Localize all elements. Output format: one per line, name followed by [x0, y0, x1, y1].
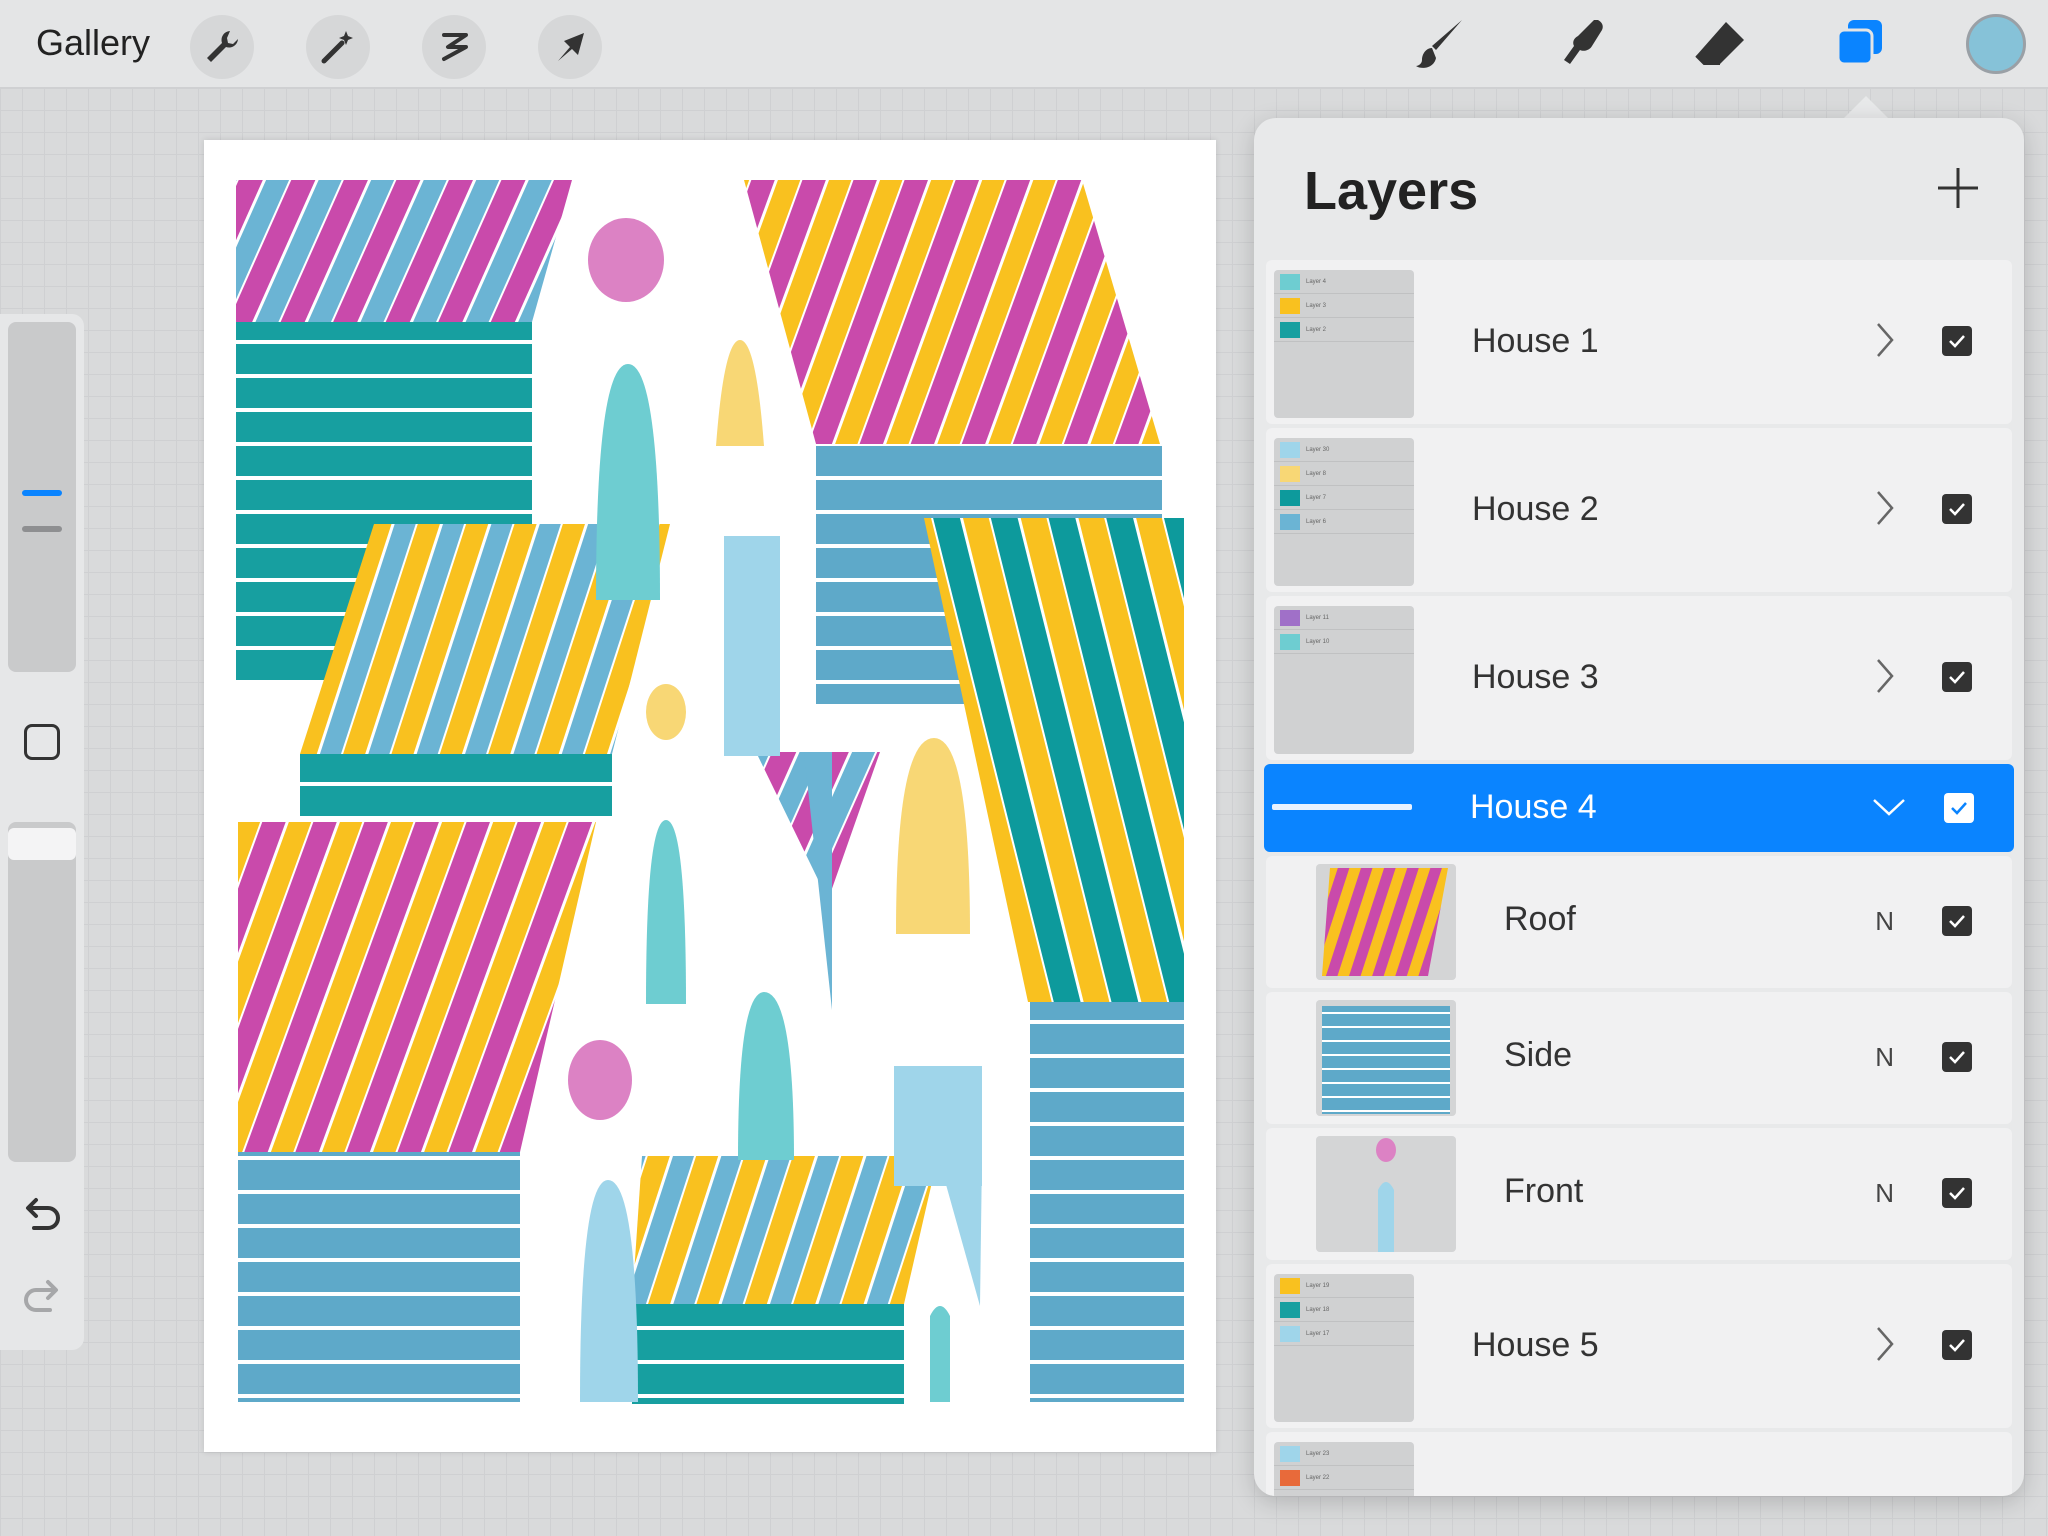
visibility-checkbox[interactable]: [1944, 793, 1974, 823]
plus-icon[interactable]: [1928, 158, 1988, 218]
top-toolbar: Gallery: [0, 0, 2048, 88]
layer-thumbnail: Layer 30 Layer 8 Layer 7 Layer 6: [1274, 438, 1414, 586]
panel-title: Layers: [1304, 161, 1479, 221]
layer-name: Roof: [1504, 900, 1576, 938]
undo-icon[interactable]: [20, 1194, 64, 1243]
group-line: [1272, 804, 1412, 810]
layer-thumbnail: [1316, 864, 1456, 980]
smudge-icon[interactable]: [1548, 12, 1612, 76]
artwork: [236, 180, 1184, 1404]
left-sidebar: [0, 314, 84, 1350]
gallery-button[interactable]: Gallery: [36, 22, 150, 64]
layers-icon[interactable]: [1828, 12, 1892, 76]
redo-icon[interactable]: [20, 1276, 64, 1325]
visibility-checkbox[interactable]: [1942, 1330, 1972, 1360]
layer-name: House 3: [1472, 658, 1599, 696]
modify-button[interactable]: [24, 724, 60, 760]
layer-roof[interactable]: Roof N: [1266, 856, 2012, 988]
blend-mode[interactable]: N: [1875, 1178, 1894, 1209]
selection-icon[interactable]: [422, 15, 486, 79]
layer-thumbnail: [1316, 1000, 1456, 1116]
chevron-right-icon[interactable]: [1870, 656, 1900, 696]
chevron-right-icon[interactable]: [1870, 1324, 1900, 1364]
layer-name: Side: [1504, 1036, 1573, 1074]
brush-size-slider[interactable]: [8, 322, 76, 672]
panel-arrow: [1842, 96, 1890, 120]
layer-group-house-2[interactable]: Layer 30 Layer 8 Layer 7 Layer 6 House 2: [1266, 428, 2012, 592]
brush-icon[interactable]: [1408, 12, 1472, 76]
visibility-checkbox[interactable]: [1942, 1042, 1972, 1072]
layer-thumbnail: Layer 19 Layer 18 Layer 17: [1274, 1274, 1414, 1422]
layer-thumbnail: [1316, 1136, 1456, 1252]
brush-size-marker: [22, 526, 62, 532]
magic-wand-icon[interactable]: [306, 15, 370, 79]
visibility-checkbox[interactable]: [1942, 906, 1972, 936]
layer-thumbnail: Layer 11 Layer 10: [1274, 606, 1414, 754]
chevron-right-icon[interactable]: [1870, 488, 1900, 528]
chevron-right-icon[interactable]: [1870, 320, 1900, 360]
layer-thumbnail: Layer 4 Layer 3 Layer 2: [1274, 270, 1414, 418]
transform-arrow-icon[interactable]: [538, 15, 602, 79]
layer-name: Front: [1504, 1172, 1584, 1210]
layers-panel: Layers Layer 4 Layer 3 Layer 2 House 1 L…: [1254, 118, 2024, 1496]
layer-name: House 1: [1472, 322, 1599, 360]
visibility-checkbox[interactable]: [1942, 494, 1972, 524]
brush-size-indicator: [22, 490, 62, 496]
eraser-icon[interactable]: [1688, 12, 1752, 76]
drawing-canvas[interactable]: [204, 140, 1216, 1452]
wrench-icon[interactable]: [190, 15, 254, 79]
layer-front[interactable]: Front N: [1266, 1128, 2012, 1260]
layer-group-house-4[interactable]: House 4: [1264, 764, 2014, 852]
blend-mode[interactable]: N: [1875, 906, 1894, 937]
opacity-slider[interactable]: [8, 822, 76, 1162]
blend-mode[interactable]: N: [1875, 1042, 1894, 1073]
chevron-down-icon[interactable]: [1872, 788, 1905, 828]
color-swatch[interactable]: [1966, 14, 2026, 74]
layer-name: House 5: [1472, 1326, 1599, 1364]
layer-name: House 2: [1472, 490, 1599, 528]
layer-group-partial[interactable]: Layer 23 Layer 22: [1266, 1432, 2012, 1496]
visibility-checkbox[interactable]: [1942, 662, 1972, 692]
layer-thumbnail: Layer 23 Layer 22: [1274, 1442, 1414, 1496]
visibility-checkbox[interactable]: [1942, 1178, 1972, 1208]
layer-name: House 4: [1470, 788, 1597, 826]
layer-group-house-5[interactable]: Layer 19 Layer 18 Layer 17 House 5: [1266, 1264, 2012, 1428]
layer-group-house-1[interactable]: Layer 4 Layer 3 Layer 2 House 1: [1266, 260, 2012, 424]
layer-group-house-3[interactable]: Layer 11 Layer 10 House 3: [1266, 596, 2012, 760]
visibility-checkbox[interactable]: [1942, 326, 1972, 356]
layer-side[interactable]: Side N: [1266, 992, 2012, 1124]
opacity-thumb[interactable]: [8, 828, 76, 860]
